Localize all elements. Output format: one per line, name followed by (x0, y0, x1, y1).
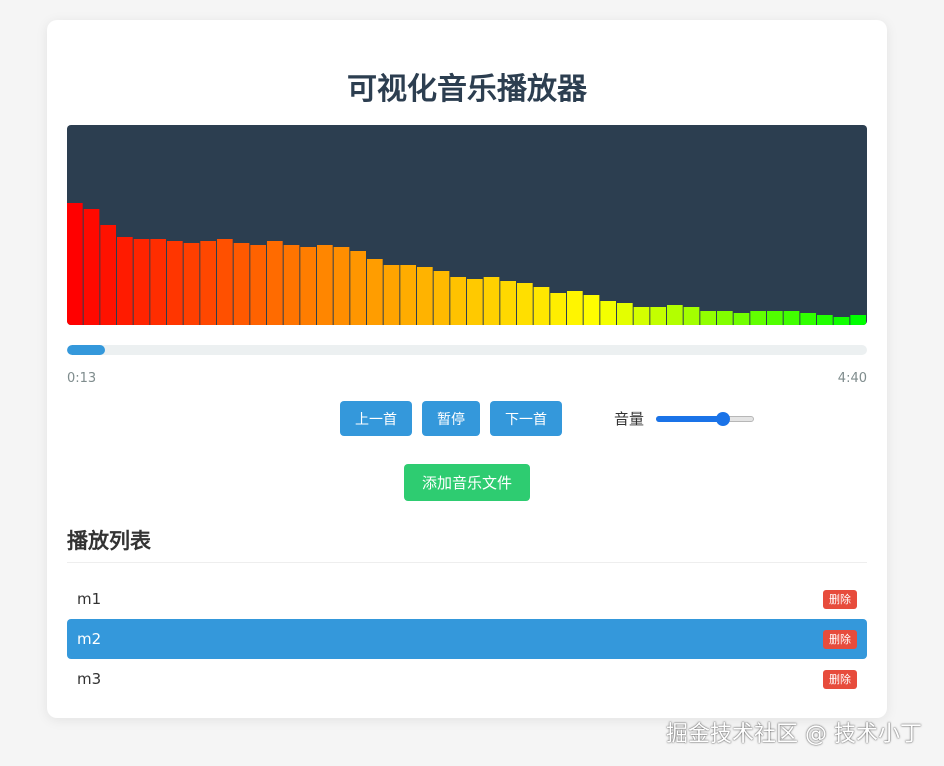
visualizer-bar (617, 303, 633, 325)
volume-label: 音量 (614, 410, 645, 428)
playlist-item[interactable]: m2 删除 (67, 619, 867, 659)
track-name: m3 (77, 670, 102, 688)
visualizer-bar (150, 239, 166, 325)
volume-slider-fill (656, 415, 723, 422)
visualizer-bar (567, 291, 583, 325)
visualizer-bar (200, 241, 216, 325)
visualizer-bar (300, 247, 316, 325)
visualizer-bar (367, 259, 383, 325)
next-button[interactable]: 下一首 (490, 401, 562, 436)
visualizer-bar (633, 307, 650, 325)
volume-slider-thumb[interactable] (715, 411, 730, 426)
delete-button[interactable]: 删除 (823, 629, 857, 649)
visualizer-bar (733, 313, 750, 325)
visualizer-canvas (67, 203, 866, 325)
track-name: m2 (77, 630, 102, 648)
watermark-text: 掘金技术社区 @ 技术小丁 (666, 722, 922, 747)
playlist-item[interactable]: m1 删除 (67, 579, 867, 619)
visualizer-bar (350, 251, 366, 325)
visualizer-bar (533, 287, 550, 325)
visualizer-bar (467, 279, 483, 325)
visualizer-bar (700, 311, 716, 325)
visualizer-bar (383, 265, 400, 325)
current-time: 0:13 (67, 371, 97, 386)
visualizer-bar (483, 277, 500, 325)
playlist-item[interactable]: m3 删除 (67, 659, 867, 699)
visualizer-bar (250, 245, 266, 325)
prev-button[interactable]: 上一首 (340, 401, 412, 436)
visualizer-bar (550, 293, 566, 325)
visualizer-bar (450, 277, 466, 325)
add-music-file-button[interactable]: 添加音乐文件 (404, 464, 530, 501)
playlist-title: 播放列表 (67, 529, 151, 553)
visualizer-bar (117, 237, 133, 325)
visualizer-bar (100, 225, 116, 325)
delete-button[interactable]: 删除 (823, 589, 857, 609)
visualizer-bar (317, 245, 333, 325)
progress-bar[interactable] (67, 345, 867, 355)
player-card: 可视化音乐播放器 0:13 4:40 上一首 暂停 下一首 音量 添加音乐文件 … (47, 20, 887, 718)
visualizer-bar (233, 243, 250, 325)
visualizer-bar (683, 307, 700, 325)
visualizer-bar (217, 239, 233, 325)
playlist-divider (67, 562, 867, 563)
visualizer-bar (333, 247, 350, 325)
visualizer-bar (167, 241, 183, 325)
visualizer-bar (667, 305, 683, 325)
progress-fill (67, 345, 105, 355)
visualizer-bar (800, 313, 816, 325)
visualizer-bar (650, 307, 666, 325)
audio-visualizer (67, 125, 867, 325)
visualizer-bar (767, 311, 783, 325)
visualizer-bar (517, 283, 533, 325)
visualizer-bar (583, 295, 600, 325)
visualizer-bar (833, 317, 850, 325)
total-time: 4:40 (837, 371, 867, 386)
visualizer-bar (133, 239, 150, 325)
visualizer-bar (717, 311, 733, 325)
playback-controls: 上一首 暂停 下一首 音量 (340, 401, 755, 436)
visualizer-bar (83, 209, 100, 325)
visualizer-bar (267, 241, 283, 325)
visualizer-bar (817, 315, 833, 325)
page-title: 可视化音乐播放器 (347, 72, 587, 107)
visualizer-bar (67, 203, 83, 325)
visualizer-bar (400, 265, 416, 325)
visualizer-bar (750, 311, 766, 325)
visualizer-bar (500, 281, 516, 325)
visualizer-bar (783, 311, 800, 325)
visualizer-bar (600, 301, 616, 325)
volume-control: 音量 (614, 408, 755, 429)
volume-slider[interactable] (656, 411, 755, 426)
visualizer-bar (433, 271, 450, 325)
track-name: m1 (77, 590, 102, 608)
visualizer-bar (417, 267, 433, 325)
visualizer-bar (283, 245, 300, 325)
visualizer-bar (850, 315, 866, 325)
visualizer-bar (183, 243, 200, 325)
delete-button[interactable]: 删除 (823, 669, 857, 689)
pause-button[interactable]: 暂停 (422, 401, 480, 436)
playlist: m1 删除 m2 删除 m3 删除 (67, 579, 867, 699)
